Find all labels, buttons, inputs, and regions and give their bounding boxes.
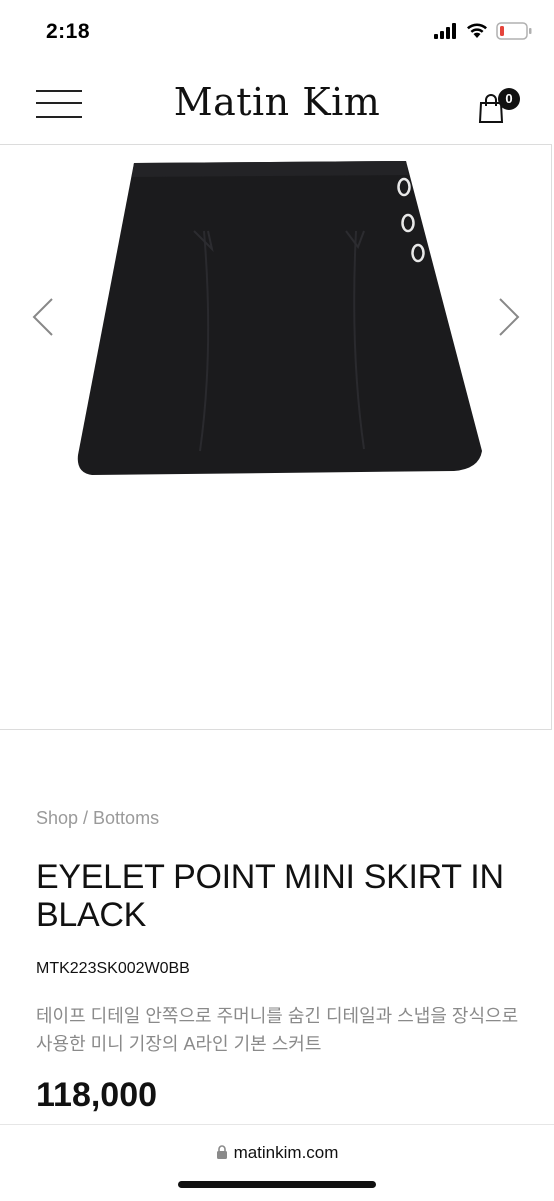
product-price: 118,000 (36, 1076, 158, 1114)
wifi-icon (467, 23, 487, 38)
battery-icon (496, 22, 532, 40)
browser-url-bar[interactable]: matinkim.com (0, 1124, 554, 1201)
chevron-right-icon (499, 298, 520, 336)
cart-count-badge: 0 (498, 88, 520, 110)
product-title: EYELET POINT MINI SKIRT IN BLACK (36, 858, 504, 934)
site-header: Matin Kim 0 (0, 66, 554, 144)
status-bar: 2:18 (0, 0, 554, 66)
lock-icon (216, 1145, 227, 1159)
home-indicator[interactable] (178, 1181, 376, 1188)
product-gallery (0, 144, 552, 730)
gallery-next-button[interactable] (494, 297, 522, 342)
gallery-prev-button[interactable] (30, 297, 58, 342)
chevron-left-icon (32, 298, 53, 336)
brand-logo[interactable]: Matin Kim (0, 80, 554, 124)
product-sku: MTK223SK002W0BB (36, 960, 190, 977)
breadcrumb[interactable]: Shop / Bottoms (36, 808, 159, 829)
signal-icon (434, 23, 456, 39)
cart-button[interactable]: 0 (478, 86, 522, 126)
status-icons (434, 22, 532, 40)
status-time: 2:18 (46, 20, 91, 43)
url-display[interactable]: matinkim.com (0, 1143, 554, 1163)
product-image[interactable] (74, 151, 484, 481)
product-description: 테이프 디테일 안쪽으로 주머니를 숨긴 디테일과 스냅을 장식으로 사용한 미… (36, 1006, 519, 1054)
url-text: matinkim.com (233, 1143, 339, 1162)
